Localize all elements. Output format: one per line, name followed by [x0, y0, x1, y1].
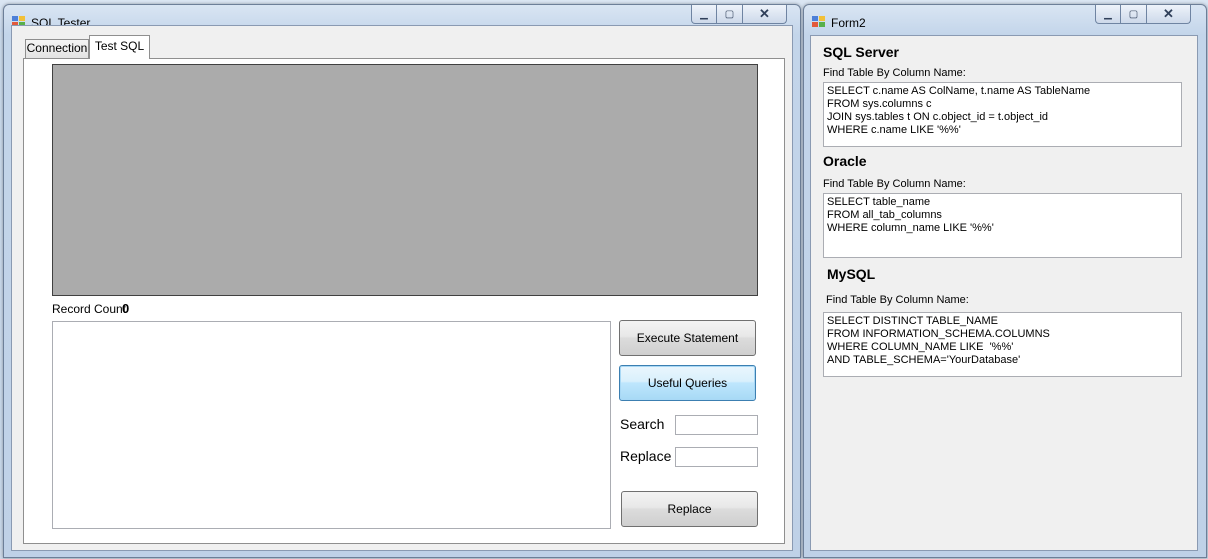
app-icon: [812, 16, 825, 28]
test-sql-tab-page: Record Count 0 Execute Statement Useful …: [23, 58, 785, 544]
replace-label: Replace: [620, 448, 672, 464]
maximize-icon: ▢: [724, 8, 735, 20]
replace-button[interactable]: Replace: [621, 491, 758, 527]
section-caption: Find Table By Column Name:: [823, 178, 966, 190]
form2-titlebar[interactable]: Form2 ▁ ▢ ✕: [804, 5, 1206, 35]
maximize-icon: ▢: [1128, 8, 1139, 20]
tab-test-sql[interactable]: Test SQL: [89, 35, 150, 59]
maximize-button[interactable]: ▢: [717, 5, 743, 24]
record-count-value: 0: [122, 301, 130, 316]
results-grid[interactable]: [52, 64, 758, 296]
oracle-query-textbox[interactable]: SELECT table_name FROM all_tab_columns W…: [823, 193, 1182, 258]
search-label: Search: [620, 416, 665, 432]
section-caption: Find Table By Column Name:: [826, 294, 969, 306]
minimize-button[interactable]: ▁: [1095, 5, 1121, 24]
minimize-icon: ▁: [700, 8, 708, 20]
section-caption: Find Table By Column Name:: [823, 67, 966, 79]
maximize-button[interactable]: ▢: [1121, 5, 1147, 24]
sql-tester-client: Connection Test SQL Record Count 0 Execu…: [11, 25, 793, 551]
sql-server-query-textbox[interactable]: SELECT c.name AS ColName, t.name AS Tabl…: [823, 82, 1182, 147]
form2-client: SQL Server Find Table By Column Name: SE…: [810, 35, 1198, 551]
tab-label: Test SQL: [94, 39, 145, 53]
execute-statement-button[interactable]: Execute Statement: [619, 320, 756, 356]
section-heading-mysql: MySQL: [827, 266, 876, 282]
close-button[interactable]: ✕: [1147, 5, 1191, 24]
tab-connection[interactable]: Connection: [25, 39, 89, 58]
search-input[interactable]: [675, 415, 758, 435]
form2-window: Form2 ▁ ▢ ✕ SQL Server Find Table By Col…: [803, 4, 1207, 558]
close-icon: ✕: [759, 6, 770, 21]
section-heading-oracle: Oracle: [823, 153, 867, 169]
minimize-icon: ▁: [1104, 8, 1112, 20]
tab-label: Connection: [26, 41, 88, 55]
sql-tester-window: SQL Tester ▁ ▢ ✕ Connection Test SQL Rec…: [3, 4, 801, 558]
mysql-query-textbox[interactable]: SELECT DISTINCT TABLE_NAME FROM INFORMAT…: [823, 312, 1182, 377]
query-textbox[interactable]: [52, 321, 611, 529]
close-icon: ✕: [1163, 6, 1174, 21]
section-heading-sql-server: SQL Server: [823, 44, 900, 60]
useful-queries-button[interactable]: Useful Queries: [619, 365, 756, 401]
close-button[interactable]: ✕: [743, 5, 787, 24]
record-count-label: Record Count: [52, 302, 127, 316]
window-title: Form2: [831, 16, 866, 30]
replace-input[interactable]: [675, 447, 758, 467]
minimize-button[interactable]: ▁: [691, 5, 717, 24]
